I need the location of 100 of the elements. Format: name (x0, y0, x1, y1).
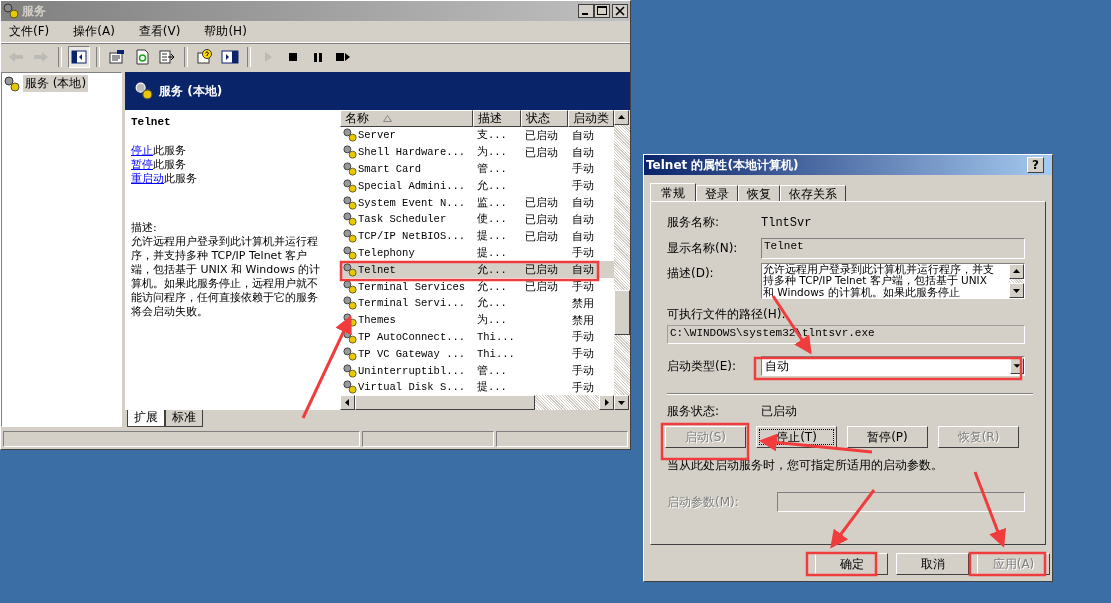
description-field[interactable]: 允许远程用户登录到此计算机并运行程序，并支持多种 TCP/IP Telnet 客户端，包括基于 UNIX 和 Windows 的计算机。如果此服务停止 (761, 263, 1025, 299)
gears-icon (343, 262, 357, 277)
table-cell: 允... (477, 279, 507, 294)
action-link[interactable]: 暂停 (131, 158, 153, 171)
gears-icon (343, 195, 357, 210)
scroll-track (1009, 279, 1024, 283)
table-cell: 禁用 (572, 295, 594, 311)
table-cell: Terminal Servi... (358, 297, 466, 310)
description-label: 描述: (131, 220, 158, 235)
service-button[interactable]: 暂停(P) (847, 426, 928, 448)
table-cell: 手动 (572, 178, 594, 194)
table-cell: 已启动 (525, 127, 558, 143)
horizontal-scrollbar[interactable] (340, 395, 614, 410)
tree-item[interactable]: 服务 (本地) (23, 75, 89, 92)
gears-icon (343, 346, 357, 361)
service-row[interactable]: Smart Card 管... 手动 (340, 160, 614, 178)
table-cell: 提... (477, 245, 507, 260)
gears-icon (343, 128, 357, 143)
table-cell: TP VC Gateway ... (358, 347, 466, 360)
parameters-field[interactable] (777, 492, 1025, 512)
table-cell: Virtual Disk S... (358, 381, 466, 394)
gears-icon (343, 329, 357, 344)
sort-arrow-icon (383, 115, 392, 122)
dialog-tab[interactable]: 常规 (650, 183, 696, 201)
scroll-up-button[interactable] (1009, 264, 1024, 279)
dialog-tab[interactable]: 登录 (696, 185, 738, 201)
service-name: TlntSvr (761, 215, 812, 230)
view-tab[interactable]: 标准 (165, 410, 203, 427)
table-cell: 手动 (572, 245, 594, 261)
table-cell: 自动 (572, 195, 594, 211)
service-row[interactable]: Shell Hardware... 为... 已启动 自动 (340, 143, 614, 161)
window-title: 服务 (22, 2, 46, 20)
menu-item[interactable]: 查看(V) (138, 23, 181, 40)
service-row[interactable]: Telephony 提... 手动 (340, 244, 614, 262)
action-link[interactable]: 停止 (131, 144, 153, 157)
table-cell: 已启动 (525, 144, 558, 160)
field-label: 服务名称: (667, 214, 721, 231)
service-row[interactable]: Terminal Services 允... 已启动 手动 (340, 278, 614, 295)
service-row[interactable]: Task Scheduler 使... 已启动 自动 (340, 211, 614, 228)
scroll-down-button[interactable] (614, 395, 629, 410)
scroll-up-button[interactable] (614, 110, 629, 125)
table-cell: 已启动 (525, 279, 558, 295)
gears-icon (343, 145, 357, 160)
gears-icon (343, 178, 357, 193)
service-row[interactable]: Uninterruptibl... 管... 手动 (340, 362, 614, 379)
service-row[interactable]: System Event N... 监... 已启动 自动 (340, 194, 614, 211)
gears-icon (343, 279, 357, 294)
gears-icon (135, 82, 153, 100)
field-label: 描述(D): (667, 265, 715, 282)
table-cell: 为... (477, 145, 507, 160)
gears-icon (343, 162, 357, 176)
service-row[interactable]: TP VC Gateway ... Thi... 手动 (340, 345, 614, 363)
service-row[interactable]: Terminal Servi... 允... 禁用 (340, 294, 614, 312)
help-button[interactable]: ? (1027, 157, 1044, 173)
table-cell: 自动 (572, 144, 594, 160)
service-status: 已启动 (761, 403, 797, 420)
table-cell: 允... (477, 178, 507, 193)
table-cell: 管... (477, 162, 507, 176)
gears-icon (4, 75, 20, 92)
dialog-button[interactable]: 取消 (896, 553, 969, 575)
service-row[interactable]: Server 支... 已启动 自动 (340, 127, 614, 144)
service-row[interactable]: Virtual Disk S... 提... 手动 (340, 378, 614, 395)
table-cell: TP AutoConnect... (358, 330, 466, 343)
table-cell: Thi... (477, 330, 515, 343)
scroll-down-button[interactable] (1009, 283, 1024, 298)
table-cell: Task Scheduler (358, 213, 447, 226)
column-header[interactable]: 名称 (340, 110, 473, 127)
vertical-scrollbar[interactable] (614, 110, 630, 410)
tree-toggle-icon[interactable] (68, 46, 90, 68)
display-name-field[interactable]: Telnet (761, 238, 1025, 259)
service-row[interactable]: TCP/IP NetBIOS... 提... 已启动 自动 (340, 227, 614, 245)
scroll-left-button[interactable] (340, 395, 355, 410)
table-cell: Uninterruptibl... (358, 364, 466, 377)
menu-item[interactable]: 操作(A) (73, 23, 115, 40)
service-row[interactable]: Special Admini... 允... 手动 (340, 177, 614, 195)
table-cell: Themes (358, 314, 396, 327)
table-cell: 监... (477, 195, 507, 210)
gears-icon (343, 313, 357, 328)
table-cell: 使... (477, 212, 507, 227)
table-cell: Terminal Services (358, 280, 466, 293)
service-title: Telnet (131, 116, 172, 128)
gears-icon (343, 229, 357, 244)
dialog-tab[interactable]: 依存关系 (780, 185, 846, 201)
menu-item[interactable]: 文件(F) (9, 23, 50, 40)
view-tab[interactable]: 扩展 (127, 410, 165, 427)
service-row[interactable]: Themes 为... 禁用 (340, 311, 614, 329)
scroll-right-button[interactable] (599, 395, 614, 410)
column-header[interactable]: 状态 (521, 110, 568, 127)
table-cell: 管... (477, 363, 507, 378)
column-header[interactable]: 描述 (473, 110, 521, 127)
action-link[interactable]: 重启动 (131, 172, 164, 185)
dialog-button[interactable]: 确定 (815, 553, 888, 575)
column-header[interactable]: 启动类 (568, 110, 614, 127)
service-row[interactable]: TP AutoConnect... Thi... 手动 (340, 328, 614, 346)
scroll-thumb[interactable] (614, 290, 630, 335)
dialog-tab[interactable]: 恢复 (738, 185, 780, 201)
table-cell: Server (358, 129, 396, 142)
menu-item[interactable]: 帮助(H) (204, 23, 247, 40)
scroll-thumb[interactable] (355, 395, 535, 410)
table-cell: 允... (477, 296, 507, 311)
